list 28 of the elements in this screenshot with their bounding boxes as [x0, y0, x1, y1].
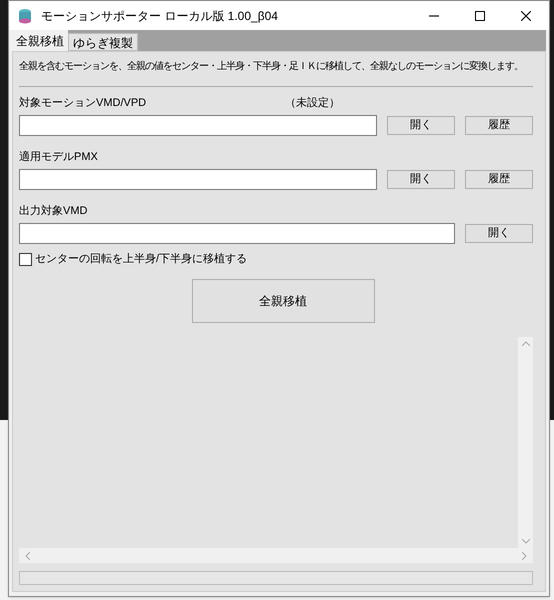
transfer-button[interactable]: 全親移植	[192, 278, 374, 322]
file-button[interactable]: 履歴	[465, 116, 533, 135]
tab[interactable]: 全親移植	[12, 30, 68, 51]
file-path-field[interactable]	[19, 223, 455, 244]
field-label: 対象モーションVMD/VPD	[19, 96, 148, 111]
file-path-field[interactable]	[19, 115, 377, 136]
vertical-scrollbar[interactable]	[518, 336, 533, 548]
file-button[interactable]: 履歴	[465, 170, 533, 189]
file-button[interactable]: 開く	[387, 116, 455, 135]
maximize-icon	[475, 10, 485, 20]
window-title: モーションサポーター ローカル版 1.00_β04	[41, 8, 278, 24]
close-icon	[521, 10, 531, 20]
file-path-field[interactable]	[19, 169, 377, 190]
description-text: 全親を含むモーションを、全親の値をセンター・上半身・下半身・足ＩＫに移植して、全親なしのモーションに変換します。	[19, 60, 523, 74]
horizontal-scrollbar[interactable]	[19, 548, 533, 563]
app-icon	[17, 8, 33, 24]
scroll-up-icon	[522, 340, 530, 346]
checkbox[interactable]	[19, 252, 32, 266]
file-button[interactable]: 開く	[465, 224, 533, 243]
scroll-right-icon	[522, 552, 527, 560]
status-text: （未設定）	[285, 96, 340, 111]
field-label: 出力対象VMD	[19, 204, 88, 219]
checkbox-label: センターの回転を上半身/下半身に移植する	[35, 252, 248, 267]
tab[interactable]: ゆらぎ複製	[68, 33, 138, 51]
file-button[interactable]: 開く	[387, 170, 455, 189]
scroll-left-icon	[25, 552, 30, 560]
field-label: 適用モデルPMX	[19, 150, 99, 165]
scroll-down-icon	[522, 539, 530, 544]
